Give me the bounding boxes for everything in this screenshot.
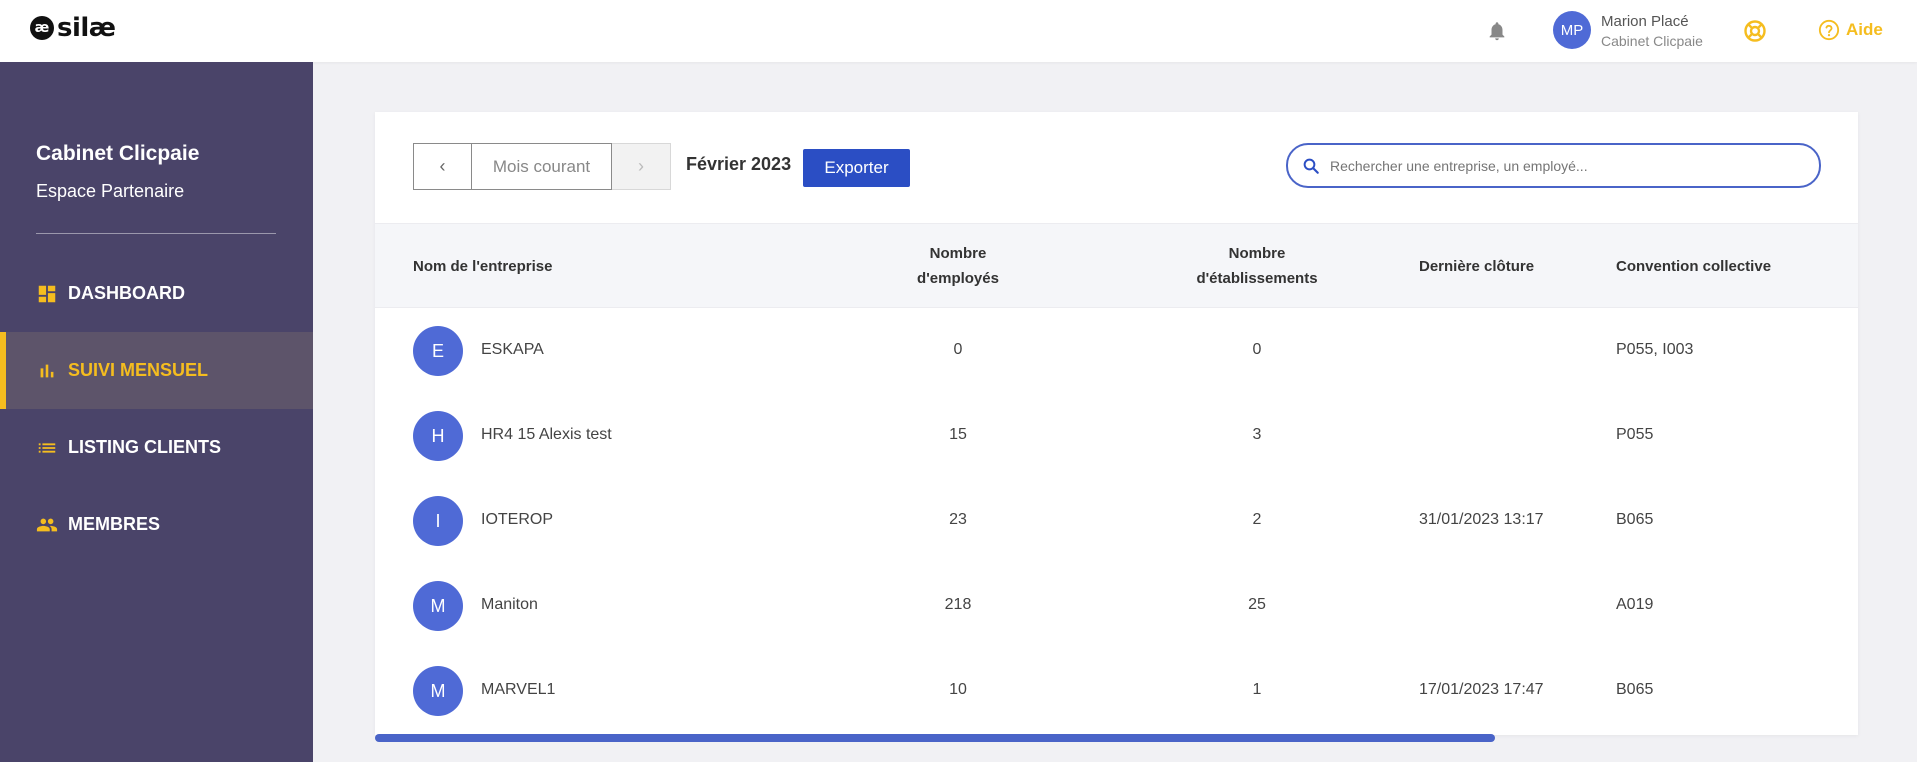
employee-count: 0: [953, 341, 963, 358]
column-header-employees-line2: d'employés: [917, 270, 999, 287]
company-name[interactable]: Maniton: [481, 596, 538, 614]
table-row[interactable]: M Maniton 218 25 A019: [375, 563, 1858, 648]
establishment-count: 3: [1252, 426, 1262, 443]
column-header-employees[interactable]: Nombre d'employés: [883, 241, 1033, 291]
establishment-count: 25: [1248, 596, 1266, 613]
convention-codes: B065: [1616, 681, 1654, 698]
sidebar: Cabinet Clicpaie Espace Partenaire DASHB…: [0, 62, 313, 762]
company-avatar: M: [413, 581, 463, 631]
sidebar-title: Cabinet Clicpaie: [36, 142, 200, 165]
column-header-establishments-line1: Nombre: [1228, 245, 1286, 262]
column-header-employees-line1: Nombre: [929, 245, 987, 262]
establishment-count: 0: [1252, 341, 1262, 358]
search-input[interactable]: [1330, 157, 1790, 174]
employee-count: 10: [949, 681, 967, 698]
top-bar: æ silæ MP Marion Placé Cabinet Clicpaie …: [0, 0, 1917, 62]
user-organization: Cabinet Clicpaie: [1601, 33, 1703, 49]
company-avatar: M: [413, 666, 463, 716]
help-circle-icon: [1818, 19, 1840, 41]
list-icon: [38, 442, 56, 453]
lifebuoy-icon[interactable]: [1743, 19, 1767, 43]
sidebar-divider: [36, 233, 276, 234]
employee-count: 15: [949, 426, 967, 443]
convention-codes: A019: [1616, 596, 1654, 613]
company-name[interactable]: IOTEROP: [481, 511, 553, 529]
sidebar-item-suivi-mensuel[interactable]: SUIVI MENSUEL: [0, 332, 313, 409]
search-box[interactable]: [1286, 143, 1821, 188]
user-avatar[interactable]: MP: [1553, 11, 1591, 49]
employee-count: 218: [944, 596, 972, 613]
column-header-establishments-line2: d'établissements: [1196, 270, 1318, 287]
next-month-button[interactable]: ›: [612, 143, 671, 190]
convention-codes: B065: [1616, 511, 1654, 528]
company-avatar: E: [413, 326, 463, 376]
column-header-company[interactable]: Nom de l'entreprise: [413, 254, 552, 279]
company-name[interactable]: ESKAPA: [481, 341, 544, 359]
previous-month-button[interactable]: ‹: [413, 143, 472, 190]
help-label: Aide: [1846, 20, 1883, 39]
horizontal-scrollbar[interactable]: [375, 734, 1495, 742]
current-month-button[interactable]: Mois courant: [472, 143, 612, 190]
dashboard-icon: [38, 285, 56, 302]
sidebar-item-membres[interactable]: MEMBRES: [0, 486, 313, 563]
employee-count: 23: [949, 511, 967, 528]
logo-mark: æ: [30, 16, 54, 40]
last-close-date: 31/01/2023 13:17: [1419, 511, 1544, 528]
bell-icon[interactable]: [1486, 19, 1508, 43]
month-navigation: ‹ Mois courant ›: [413, 143, 671, 190]
table-row[interactable]: E ESKAPA 0 0 P055, I003: [375, 308, 1858, 393]
help-link[interactable]: Aide: [1818, 19, 1883, 41]
company-avatar: H: [413, 411, 463, 461]
establishment-count: 1: [1252, 681, 1262, 698]
company-name[interactable]: HR4 15 Alexis test: [481, 426, 612, 444]
last-close-date: 17/01/2023 17:47: [1419, 681, 1544, 698]
user-name[interactable]: Marion Placé: [1601, 13, 1689, 30]
table-row[interactable]: I IOTEROP 23 2 31/01/2023 13:17 B065: [375, 478, 1858, 563]
sidebar-item-listing-clients[interactable]: LISTING CLIENTS: [0, 409, 313, 486]
sidebar-item-label: LISTING CLIENTS: [68, 437, 221, 457]
sidebar-item-dashboard[interactable]: DASHBOARD: [0, 255, 313, 332]
bar-chart-icon: [40, 364, 54, 377]
convention-codes: P055, I003: [1616, 341, 1694, 358]
column-header-last-close[interactable]: Dernière clôture: [1419, 254, 1534, 279]
convention-codes: P055: [1616, 426, 1654, 443]
company-name[interactable]: MARVEL1: [481, 681, 555, 699]
monthly-tracking-card: ‹ Mois courant › Février 2023 Exporter N…: [375, 112, 1858, 742]
column-header-convention[interactable]: Convention collective: [1616, 254, 1771, 279]
establishment-count: 2: [1252, 511, 1262, 528]
table-header: Nom de l'entreprise Nombre d'employés No…: [375, 223, 1858, 308]
export-button[interactable]: Exporter: [803, 149, 910, 187]
company-avatar: I: [413, 496, 463, 546]
sidebar-item-label: SUIVI MENSUEL: [68, 360, 209, 380]
column-header-establishments[interactable]: Nombre d'établissements: [1167, 241, 1347, 291]
people-icon: [36, 518, 58, 531]
sidebar-item-label: MEMBRES: [68, 514, 161, 534]
table-row[interactable]: M MARVEL1 10 1 17/01/2023 17:47 B065: [375, 648, 1858, 733]
sidebar-item-label: DASHBOARD: [68, 283, 185, 303]
sidebar-subtitle: Espace Partenaire: [36, 181, 185, 201]
period-label: Février 2023: [686, 154, 792, 174]
silae-logo[interactable]: æ silæ: [30, 13, 116, 43]
logo-text: silæ: [57, 13, 116, 43]
search-icon: [1303, 158, 1319, 174]
table-row[interactable]: H HR4 15 Alexis test 15 3 P055: [375, 393, 1858, 478]
